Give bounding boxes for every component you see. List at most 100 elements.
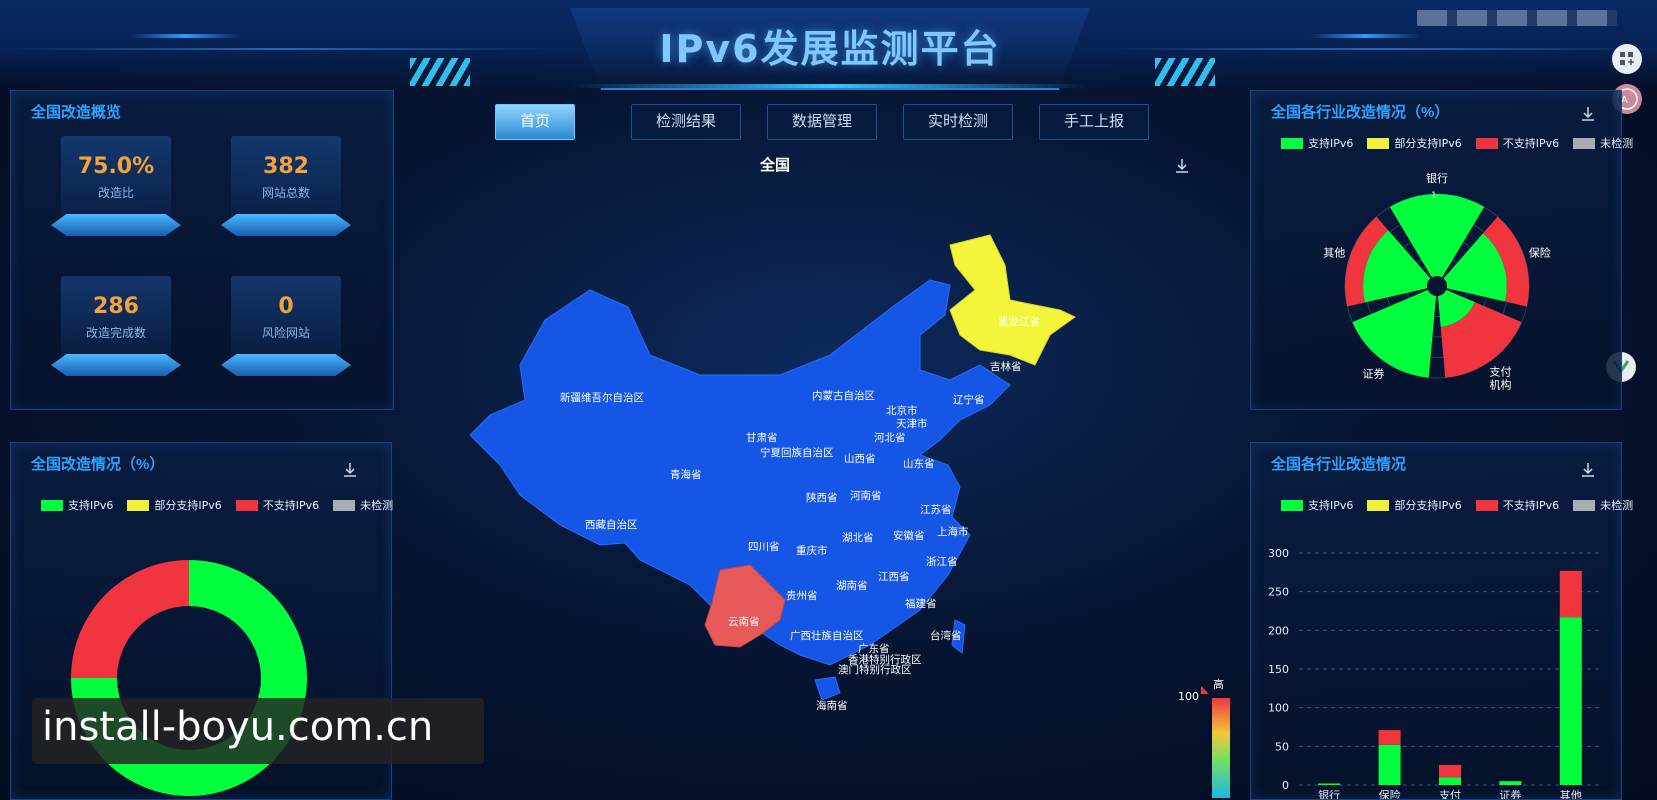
label-macau: 澳门特别行政区 [838,663,912,676]
industry-bar-title: 全国各行业改造情况 [1271,456,1407,473]
stat-value: 382 [263,154,309,179]
legend-swatch [1475,137,1498,149]
legend-unsupported[interactable]: 不支持IPv6 [1475,135,1560,151]
stat-card-risk: 0 风险网站 [221,276,351,386]
stat-label: 改造完成数 [85,326,146,340]
legend-label: 不支持IPv6 [1502,137,1560,150]
legend-partial[interactable]: 部分支持IPv6 [1367,497,1462,513]
bar-2-1[interactable] [1439,764,1461,778]
legend-swatch [1475,499,1498,511]
legend-unchecked[interactable]: 未检测 [333,497,393,513]
download-icon[interactable] [1579,105,1597,123]
legend-unchecked[interactable]: 未检测 [1573,135,1633,151]
stat-value: 286 [93,294,139,319]
label-beijing: 北京市 [886,404,918,417]
label-ningxia: 宁夏回族自治区 [760,446,834,459]
legend-support[interactable]: 支持IPv6 [1281,135,1353,151]
label-liaoning: 辽宁省 [953,393,985,406]
card-base [51,214,181,236]
legend-label: 支持IPv6 [68,499,114,512]
bar-ytick-2: 100 [1268,702,1289,715]
bar-ytick-5: 250 [1268,586,1289,599]
stat-value: 75.0% [77,154,155,179]
radial-label-0: 银行 [1426,171,1448,185]
label-guangxi: 广西壮族自治区 [790,629,864,642]
watermark: install-boyu.com.cn [32,698,484,764]
map-shape[interactable] [469,234,1076,701]
bar-xtick-0: 银行 [1318,788,1340,799]
label-gansu: 甘肃省 [746,431,778,444]
legend-label: 未检测 [1600,137,1634,150]
bar-ytick-4: 200 [1268,624,1289,637]
download-icon[interactable] [341,461,359,479]
label-tianjin: 天津市 [896,417,928,430]
header-line-right [1100,48,1657,50]
bar-1-1[interactable] [1378,730,1401,745]
stat-card-completed: 286 改造完成数 [51,276,181,386]
label-xizang: 西藏自治区 [585,518,638,531]
bar-3-0[interactable] [1499,781,1522,785]
radial-sector-3-0[interactable] [1352,289,1437,378]
user-info-blurred[interactable] [1417,10,1617,26]
nav-results[interactable]: 检测结果 [631,104,741,140]
label-shandong: 山东省 [903,457,935,470]
label-hainan: 海南省 [816,699,848,712]
label-guizhou: 贵州省 [786,589,818,602]
map-download-icon[interactable] [1173,157,1191,175]
legend-label: 未检测 [360,499,394,512]
legend-label: 未检测 [1600,499,1634,512]
apps-icon[interactable] [1612,44,1642,74]
legend-unsupported[interactable]: 不支持IPv6 [1475,497,1559,513]
nav-home[interactable]: 首页 [495,104,575,140]
download-icon[interactable] [1579,461,1597,479]
header-stripes-left [410,58,470,86]
province-heilongjiang [949,234,1076,366]
watermark-text: install-boyu.com.cn [42,704,434,750]
legend-unsupported[interactable]: 不支持IPv6 [235,497,319,513]
radial-axis-label: 1 [1431,191,1437,201]
national-status-title: 全国改造情况（%） [31,456,165,473]
stat-label: 风险网站 [261,326,310,340]
bar-4-0[interactable] [1559,617,1582,785]
legend-label: 支持IPv6 [1308,499,1354,512]
province-hainan [814,676,841,701]
legend-label: 部分支持IPv6 [1394,499,1462,512]
bar-1-0[interactable] [1378,744,1401,785]
legend-partial[interactable]: 部分支持IPv6 [127,497,222,513]
nav-manual-report[interactable]: 手工上报 [1039,104,1149,140]
stat-card-total: 382 网站总数 [221,136,351,246]
legend-unchecked[interactable]: 未检测 [1573,497,1633,513]
stat-label: 网站总数 [261,186,310,200]
radial-label-2: 支付 [1489,365,1511,378]
bar-ytick-3: 150 [1268,663,1289,676]
nav-data-management[interactable]: 数据管理 [767,104,877,140]
legend-swatch [1573,499,1596,511]
legend-label: 部分支持IPv6 [154,499,222,512]
card-base [51,354,181,376]
radial-label-2-line2: 机构 [1489,377,1511,391]
legend-support[interactable]: 支持IPv6 [1281,497,1353,513]
bar-2-0[interactable] [1439,777,1461,785]
legend-label: 部分支持IPv6 [1394,137,1462,150]
card-base [221,214,351,236]
scale-handle-icon[interactable] [1201,686,1209,694]
label-fujian: 福建省 [905,597,937,610]
label-neimenggu: 内蒙古自治区 [812,389,875,402]
legend-partial[interactable]: 部分支持IPv6 [1367,135,1462,151]
label-jiangsu: 江苏省 [920,503,952,516]
header-deco-right [1310,34,1420,38]
label-sichuan: 四川省 [748,540,780,553]
bar-4-1[interactable] [1559,570,1582,618]
label-anhui: 安徽省 [893,529,925,542]
donut-slice-2[interactable] [71,560,189,678]
radial-label-1: 保险 [1529,246,1551,260]
label-jiangxi: 江西省 [878,570,910,583]
overview-title: 全国改造概览 [31,104,122,121]
bar-0-0[interactable] [1318,783,1341,785]
card-base [221,354,351,376]
legend-support[interactable]: 支持IPv6 [41,497,113,513]
legend-swatch [333,499,356,511]
visual-map-scale[interactable] [1212,698,1230,798]
stat-label: 改造比 [97,186,134,200]
nav-realtime[interactable]: 实时检测 [903,104,1013,140]
